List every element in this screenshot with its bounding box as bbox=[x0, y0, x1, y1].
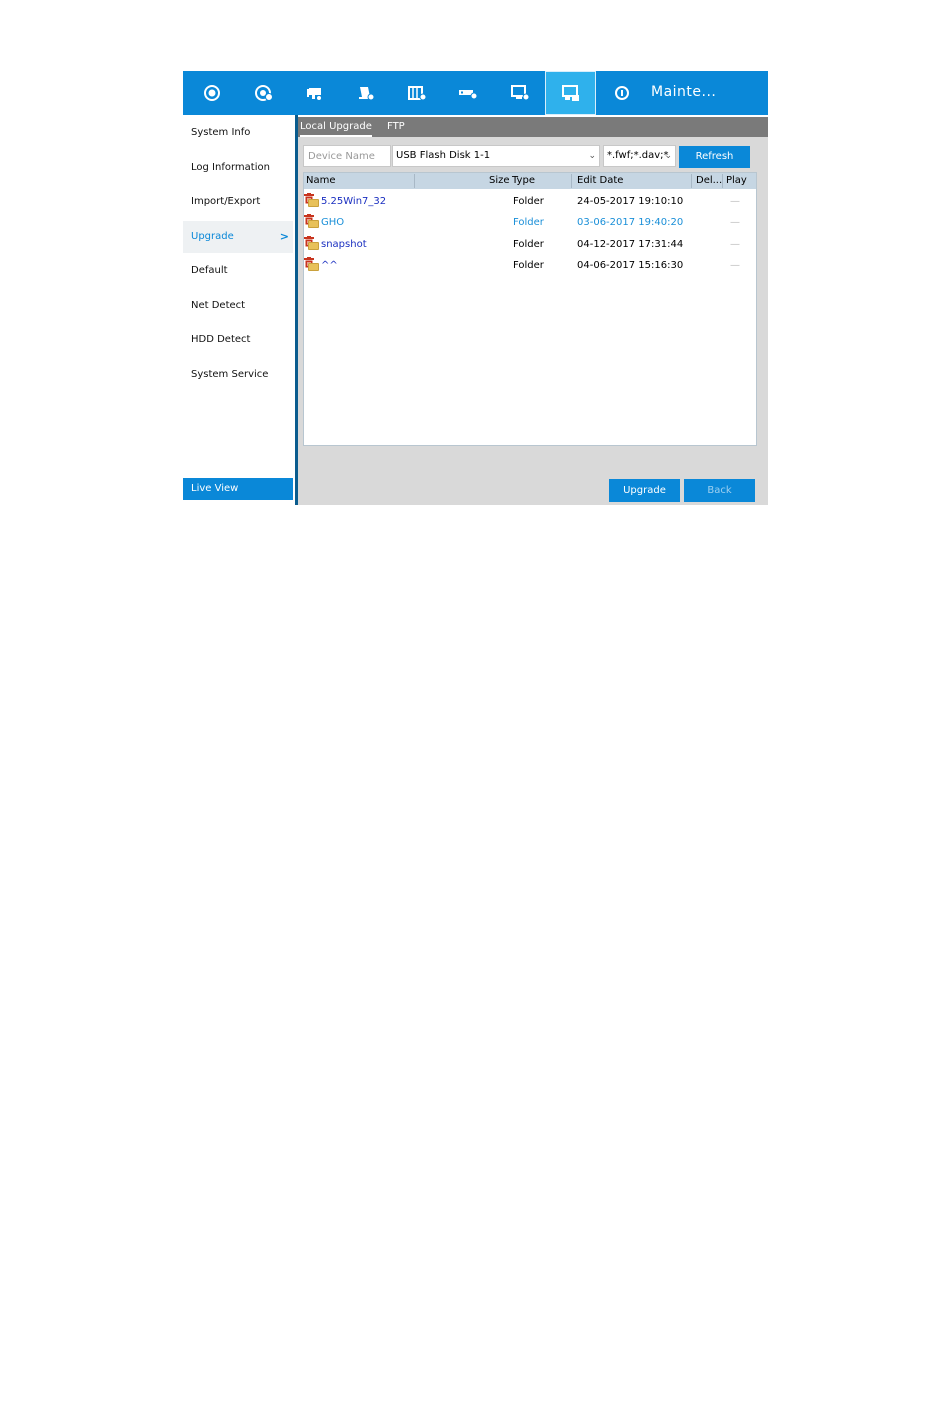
record-icon bbox=[358, 87, 374, 101]
column-divider[interactable] bbox=[414, 174, 415, 188]
sidebar-item-label: Log Information bbox=[191, 162, 270, 173]
camera-icon bbox=[306, 88, 321, 100]
file-list: Name Size Type Edit Date Del... Play 5.2… bbox=[303, 172, 757, 446]
play-disabled: — bbox=[730, 260, 740, 271]
sidebar-item-system-info[interactable]: System Info bbox=[183, 117, 293, 149]
table-row[interactable]: GHO Folder 03-06-2017 19:40:20 — bbox=[304, 212, 756, 233]
file-type: Folder bbox=[513, 260, 544, 271]
menu-title: Mainte... bbox=[651, 84, 717, 100]
live-view-button[interactable]: Live View bbox=[183, 478, 293, 500]
file-edit-date: 04-06-2017 15:16:30 bbox=[577, 260, 684, 271]
column-divider[interactable] bbox=[722, 174, 723, 188]
sidebar-item-label: HDD Detect bbox=[191, 334, 251, 345]
sidebar-item-label: Import/Export bbox=[191, 196, 261, 207]
device-select[interactable]: USB Flash Disk 1-1 ⌄ bbox=[392, 145, 600, 167]
play-disabled: — bbox=[730, 239, 740, 250]
sidebar-item-net-detect[interactable]: Net Detect bbox=[183, 290, 293, 322]
tab-bar: Local Upgrade FTP bbox=[298, 117, 768, 137]
top-menu-bar: Mainte... bbox=[183, 71, 768, 115]
maintenance-icon bbox=[561, 85, 579, 101]
file-type: Folder bbox=[513, 217, 544, 228]
file-name[interactable]: snapshot bbox=[321, 234, 367, 255]
file-name[interactable]: GHO bbox=[321, 212, 344, 233]
upgrade-panel: Local Upgrade FTP Device Name USB Flash … bbox=[298, 117, 768, 505]
column-header-delete[interactable]: Del... bbox=[696, 173, 722, 189]
camera-settings-menu-button[interactable] bbox=[238, 71, 289, 115]
playback-icon bbox=[203, 85, 220, 101]
table-row[interactable]: 5.25Win7_32 Folder 24-05-2017 19:10:10 — bbox=[304, 191, 756, 212]
file-name[interactable]: 5.25Win7_32 bbox=[321, 191, 386, 212]
upgrade-button[interactable]: Upgrade bbox=[609, 479, 680, 502]
system-monitor-icon bbox=[510, 85, 529, 101]
file-filter-select[interactable]: *.fwf;*.dav;* ⌄ bbox=[603, 145, 676, 167]
network-menu-button[interactable] bbox=[442, 71, 493, 115]
playback-menu-button[interactable] bbox=[186, 71, 237, 115]
info-icon bbox=[614, 86, 629, 100]
column-header-play[interactable]: Play bbox=[726, 173, 747, 189]
system-menu-button[interactable] bbox=[494, 71, 545, 115]
tab-ftp[interactable]: FTP bbox=[387, 117, 405, 137]
network-icon bbox=[458, 90, 477, 100]
camera-menu-button[interactable] bbox=[289, 71, 340, 115]
file-type: Folder bbox=[513, 239, 544, 250]
device-name-label: Device Name bbox=[303, 145, 391, 167]
maintenance-window: Mainte... System Info Log Information Im… bbox=[183, 71, 768, 505]
info-menu-button[interactable] bbox=[596, 71, 647, 115]
folder-icon bbox=[308, 263, 319, 271]
file-type: Folder bbox=[513, 196, 544, 207]
sidebar-item-label: System Info bbox=[191, 127, 251, 138]
file-edit-date: 24-05-2017 19:10:10 bbox=[577, 196, 684, 207]
sidebar: System Info Log Information Import/Expor… bbox=[183, 115, 298, 505]
column-header-size[interactable]: Size bbox=[489, 173, 510, 189]
sidebar-item-log-information[interactable]: Log Information bbox=[183, 152, 293, 184]
file-edit-date: 04-12-2017 17:31:44 bbox=[577, 239, 684, 250]
play-disabled: — bbox=[730, 217, 740, 228]
column-header-edit-date[interactable]: Edit Date bbox=[577, 173, 623, 189]
column-divider[interactable] bbox=[691, 174, 692, 188]
table-row[interactable]: ^^ Folder 04-06-2017 15:16:30 — bbox=[304, 255, 756, 276]
chevron-down-icon: ⌄ bbox=[588, 151, 596, 161]
file-name[interactable]: ^^ bbox=[321, 255, 338, 276]
sidebar-item-hdd-detect[interactable]: HDD Detect bbox=[183, 324, 293, 356]
back-button[interactable]: Back bbox=[684, 479, 755, 502]
refresh-button[interactable]: Refresh bbox=[679, 146, 750, 168]
record-menu-button[interactable] bbox=[340, 71, 391, 115]
folder-icon bbox=[308, 220, 319, 228]
sidebar-item-import-export[interactable]: Import/Export bbox=[183, 186, 293, 218]
column-header-name[interactable]: Name bbox=[306, 173, 336, 189]
folder-icon bbox=[308, 242, 319, 250]
sidebar-item-upgrade[interactable]: Upgrade > bbox=[183, 221, 293, 253]
maintenance-menu-button[interactable] bbox=[545, 71, 596, 115]
folder-icon bbox=[308, 199, 319, 207]
file-list-header: Name Size Type Edit Date Del... Play bbox=[304, 173, 756, 189]
event-menu-button[interactable] bbox=[391, 71, 442, 115]
device-select-value: USB Flash Disk 1-1 bbox=[396, 150, 491, 161]
tab-local-upgrade[interactable]: Local Upgrade bbox=[300, 117, 372, 137]
sidebar-item-label: Net Detect bbox=[191, 300, 246, 311]
chevron-down-icon: ⌄ bbox=[664, 151, 672, 161]
sidebar-item-label: Upgrade bbox=[191, 231, 234, 242]
file-filter-value: *.fwf;*.dav;* bbox=[607, 150, 669, 161]
chevron-right-icon: > bbox=[279, 230, 289, 243]
play-disabled: — bbox=[730, 196, 740, 207]
sidebar-item-label: Default bbox=[191, 265, 228, 276]
event-icon bbox=[407, 86, 426, 101]
table-row[interactable]: snapshot Folder 04-12-2017 17:31:44 — bbox=[304, 234, 756, 255]
sidebar-item-system-service[interactable]: System Service bbox=[183, 359, 293, 391]
column-header-type[interactable]: Type bbox=[512, 173, 535, 189]
sidebar-item-default[interactable]: Default bbox=[183, 255, 293, 287]
sidebar-item-label: System Service bbox=[191, 369, 269, 380]
file-edit-date: 03-06-2017 19:40:20 bbox=[577, 217, 684, 228]
column-divider[interactable] bbox=[571, 174, 572, 188]
camera-settings-icon bbox=[254, 85, 273, 101]
